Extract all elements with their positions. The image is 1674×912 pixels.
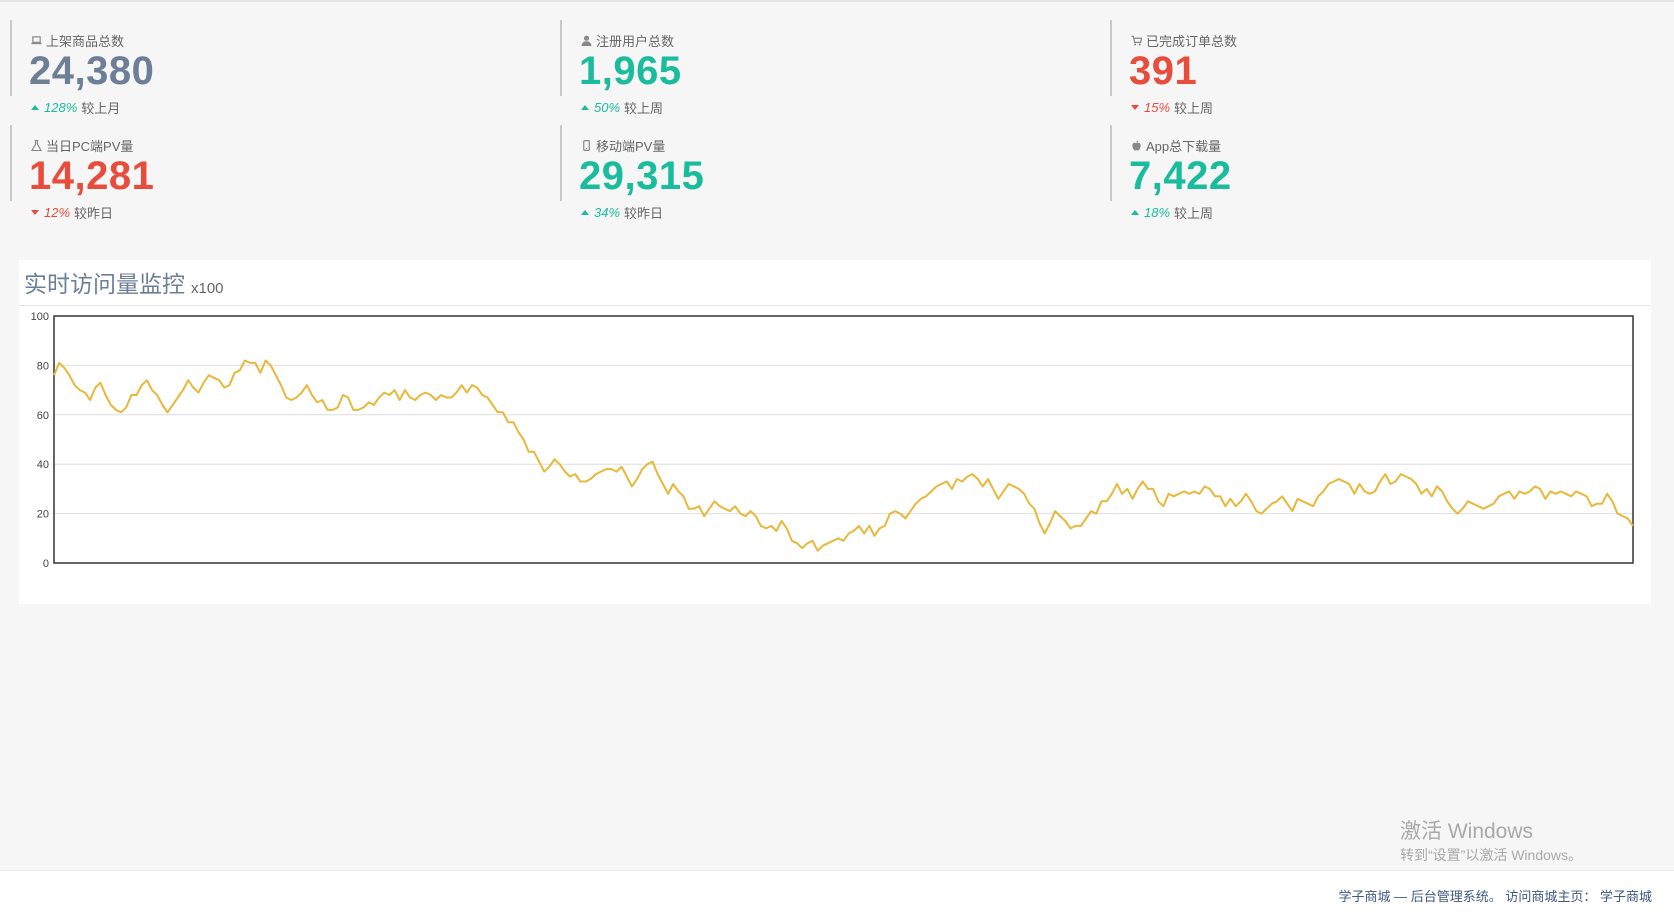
- windows-activation-subtitle: 转到“设置”以激活 Windows。: [1400, 847, 1583, 863]
- stat-compare: 较上周: [1174, 206, 1214, 221]
- stat-orders: 已完成订单总数 391 15% 较上周: [1110, 20, 1630, 116]
- mobile-icon: [583, 140, 590, 151]
- stat-delta: 50%: [594, 100, 621, 115]
- windows-activation-title: 激活 Windows: [1400, 820, 1534, 843]
- stat-value: 24,380: [29, 49, 155, 93]
- stat-delta: 15%: [1144, 100, 1171, 115]
- panel-unit: x100: [191, 280, 224, 297]
- stat-value: 1,965: [579, 49, 682, 93]
- stat-app-downloads: App总下载量 7,422 18% 较上周: [1110, 125, 1630, 221]
- stat-value: 391: [1129, 49, 1198, 93]
- stat-pc-pv: 当日PC端PV量 14,281 12% 较昨日: [10, 125, 530, 221]
- stat-delta: 128%: [44, 100, 78, 115]
- laptop-icon: [31, 36, 42, 45]
- arrow-up-icon: [581, 105, 589, 110]
- apple-icon: [1132, 140, 1141, 151]
- stat-value: 7,422: [1129, 154, 1232, 198]
- footer-shop-link[interactable]: 学子商城: [1600, 889, 1652, 904]
- y-tick-label: 80: [37, 360, 49, 372]
- panel-title: 实时访问量监控: [24, 271, 185, 297]
- stat-compare: 较昨日: [74, 206, 114, 221]
- plot-frame: [53, 315, 1634, 564]
- stat-compare: 较上周: [1174, 101, 1214, 116]
- arrow-down-icon: [1131, 105, 1139, 110]
- stat-compare: 较上周: [624, 101, 664, 116]
- arrow-up-icon: [31, 105, 39, 110]
- stat-mobile-pv: 移动端PV量 29,315 34% 较昨日: [560, 125, 1080, 221]
- beaker-icon: [31, 140, 42, 151]
- arrow-down-icon: [31, 210, 39, 215]
- user-icon: [581, 35, 592, 46]
- stat-compare: 较昨日: [624, 206, 664, 221]
- stat-products: 上架商品总数 24,380 128% 较上月: [10, 20, 530, 116]
- y-tick-label: 40: [37, 459, 49, 471]
- y-tick-label: 20: [37, 509, 49, 521]
- y-tick-label: 0: [43, 558, 49, 570]
- stat-users: 注册用户总数 1,965 50% 较上周: [560, 20, 1080, 116]
- y-tick-label: 60: [37, 410, 49, 422]
- footer-text: 学子商城 — 后台管理系统。 访问商城主页：: [1338, 889, 1597, 904]
- stat-value: 14,281: [29, 154, 155, 198]
- stat-value: 29,315: [579, 154, 705, 198]
- realtime-traffic-panel: 实时访问量监控 x100 0 20 40 60 80 100: [19, 260, 1651, 604]
- stat-compare: 较上月: [81, 101, 121, 116]
- arrow-up-icon: [581, 210, 589, 215]
- stat-delta: 34%: [594, 205, 621, 220]
- footer: 学子商城 — 后台管理系统。 访问商城主页： 学子商城: [0, 870, 1674, 912]
- panel-header: 实时访问量监控 x100: [19, 260, 1651, 306]
- arrow-up-icon: [1131, 210, 1139, 215]
- stat-delta: 18%: [1144, 205, 1171, 220]
- series-line: [53, 359, 1634, 552]
- y-tick-label: 100: [31, 311, 49, 323]
- traffic-line-chart: 0 20 40 60 80 100: [31, 311, 1634, 570]
- cart-icon: [1131, 35, 1142, 46]
- top-divider: [0, 0, 1674, 2]
- stat-delta: 12%: [44, 205, 71, 220]
